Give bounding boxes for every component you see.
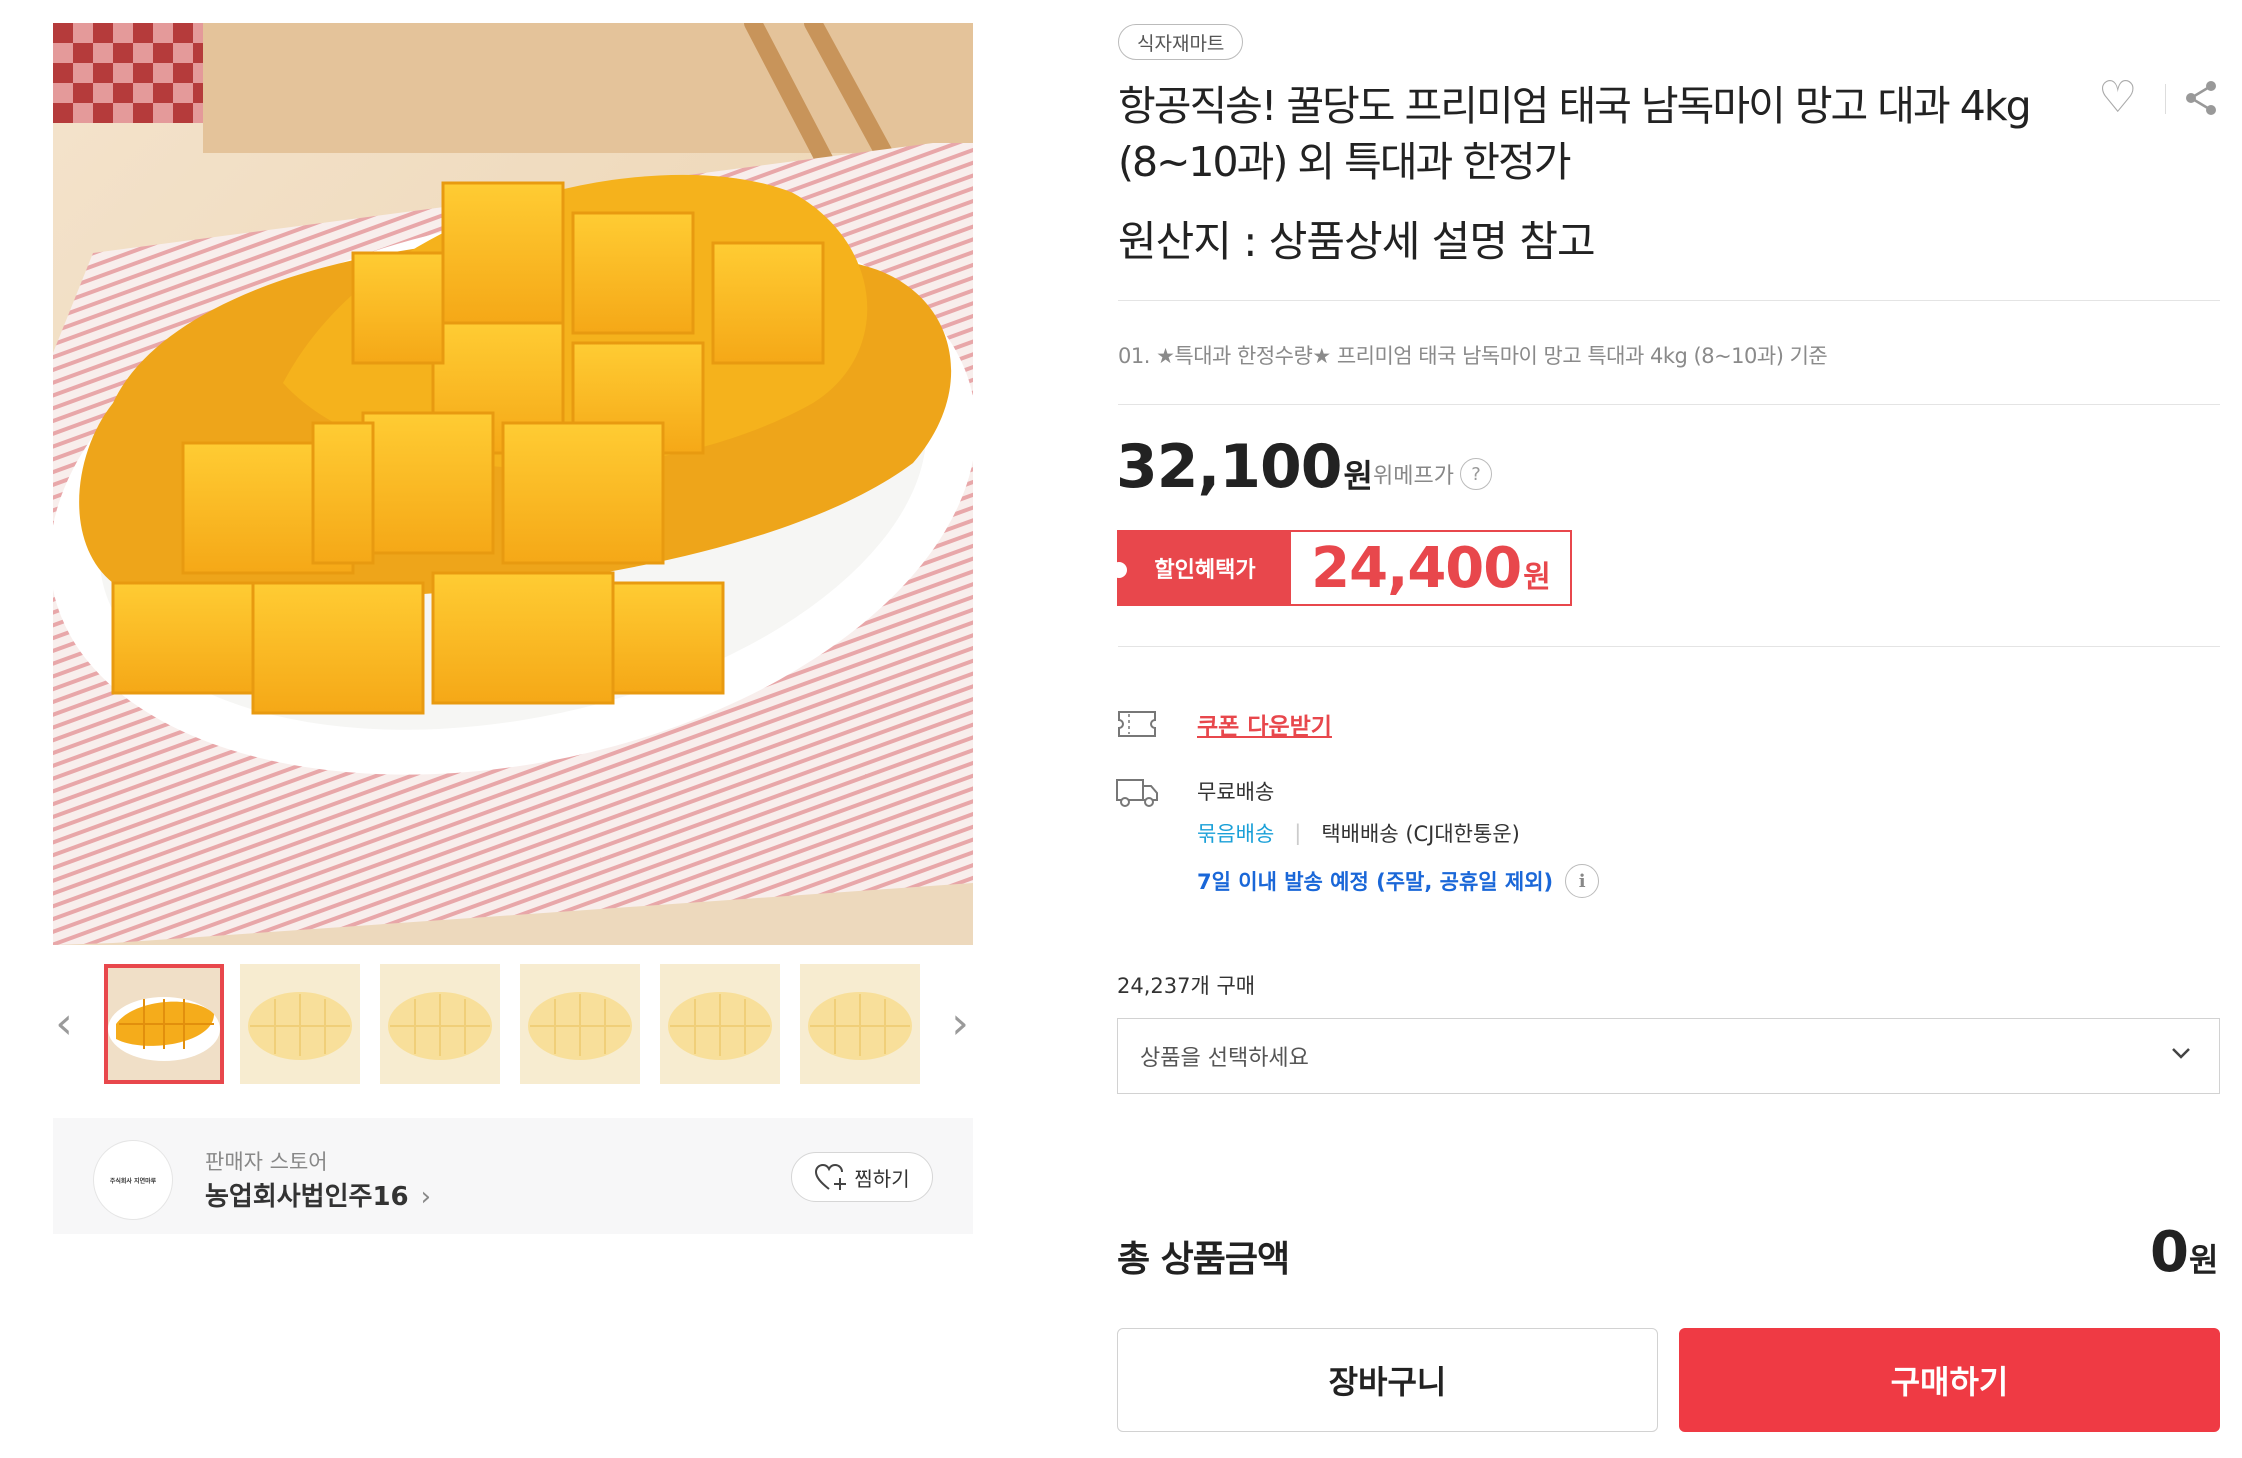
thumbnail-1[interactable] [104, 964, 224, 1084]
wish-label: 찜하기 [854, 1166, 910, 1191]
price-value: 32,100 [1116, 432, 1343, 502]
product-title: 항공직송! 꿀당도 프리미엄 태국 남독마이 망고 대과 4kg (8~10과)… [1118, 82, 2032, 186]
bundle-shipping-link[interactable]: 묶음배송 [1197, 818, 1274, 848]
wish-button[interactable]: 찜하기 [791, 1152, 933, 1202]
divider [1118, 300, 2220, 301]
product-option-select[interactable]: 상품을 선택하세요 [1117, 1018, 2220, 1094]
buy-now-button[interactable]: 구매하기 [1679, 1328, 2220, 1432]
chevron-right-icon: › [420, 1182, 432, 1212]
chevron-down-icon [2172, 1048, 2190, 1059]
seller-store-box: 주식회사 지연마루 판매자 스토어 농업회사법인주16 › 찜하기 [53, 1118, 973, 1234]
help-icon[interactable]: ? [1459, 458, 1492, 490]
thumbnail-2[interactable] [240, 964, 360, 1084]
price: 32,100원 [1116, 432, 1373, 511]
shipping-method-row: 묶음배송 | 택배배송 (CJ대한통운) [1197, 818, 1520, 848]
chevron-right-icon[interactable]: › [940, 998, 980, 1049]
courier-info: 택배배송 (CJ대한통운) [1321, 822, 1520, 846]
select-placeholder: 상품을 선택하세요 [1140, 1046, 1309, 1071]
seller-name: 농업회사법인주16 [205, 1182, 409, 1212]
discount-price: 24,400 원 [1291, 532, 1570, 604]
shipping-eta-text: 7일 이내 발송 예정 (주말, 공휴일 제외) [1197, 870, 1554, 894]
shipping-eta: 7일 이내 발송 예정 (주말, 공휴일 제외) i [1197, 864, 1600, 898]
add-to-cart-button[interactable]: 장바구니 [1117, 1328, 1658, 1432]
option-description: 01. ★특대과 한정수량★ 프리미엄 태국 남독마이 망고 특대과 4kg (… [1118, 344, 1828, 368]
price-unit: 원 [1343, 457, 1373, 495]
thumbnail-6[interactable] [800, 964, 920, 1084]
divider [1118, 404, 2220, 405]
icon-divider [2165, 84, 2166, 114]
share-icon[interactable] [2181, 78, 2221, 118]
seller-logo-text: 주식회사 지연마루 [109, 1177, 157, 1185]
discount-label: 할인혜택가 [1111, 532, 1291, 604]
discount-value: 24,400 [1311, 535, 1522, 601]
thumbnail-4[interactable] [520, 964, 640, 1084]
total-value: 0 [2150, 1220, 2189, 1285]
info-icon[interactable]: i [1565, 864, 1600, 898]
purchase-count: 24,237개 구매 [1117, 974, 1256, 998]
heart-plus-icon [815, 1163, 847, 1190]
discount-unit: 원 [1523, 560, 1551, 595]
coupon-icon [1118, 711, 1156, 737]
seller-logo[interactable]: 주식회사 지연마루 [93, 1140, 173, 1220]
discount-price-box: 할인혜택가 24,400 원 [1111, 530, 1572, 606]
thumbnail-3[interactable] [380, 964, 500, 1084]
price-label-text: 위메프가 [1373, 464, 1454, 489]
seller-label: 판매자 스토어 [205, 1150, 328, 1174]
truck-icon [1116, 779, 1158, 807]
divider [1118, 646, 2220, 647]
main-product-image [53, 23, 973, 945]
thumbnail-strip: ‹ › [40, 960, 980, 1090]
origin-info: 원산지 : 상품상세 설명 참고 [1118, 217, 1596, 266]
total-label: 총 상품금액 [1117, 1239, 1290, 1280]
free-shipping: 무료배송 [1197, 780, 1275, 804]
chevron-left-icon[interactable]: ‹ [44, 998, 84, 1049]
total-unit: 원 [2188, 1241, 2219, 1279]
coupon-download-link[interactable]: 쿠폰 다운받기 [1197, 707, 1332, 741]
heart-icon[interactable]: ♡ [2098, 76, 2137, 120]
seller-name-link[interactable]: 농업회사법인주16 › [205, 1176, 431, 1213]
price-label: 위메프가 ? [1373, 458, 1492, 490]
category-badge[interactable]: 식자재마트 [1118, 24, 1244, 60]
separator: | [1294, 821, 1302, 845]
thumbnail-5[interactable] [660, 964, 780, 1084]
total-amount: 0원 [2150, 1220, 2218, 1285]
